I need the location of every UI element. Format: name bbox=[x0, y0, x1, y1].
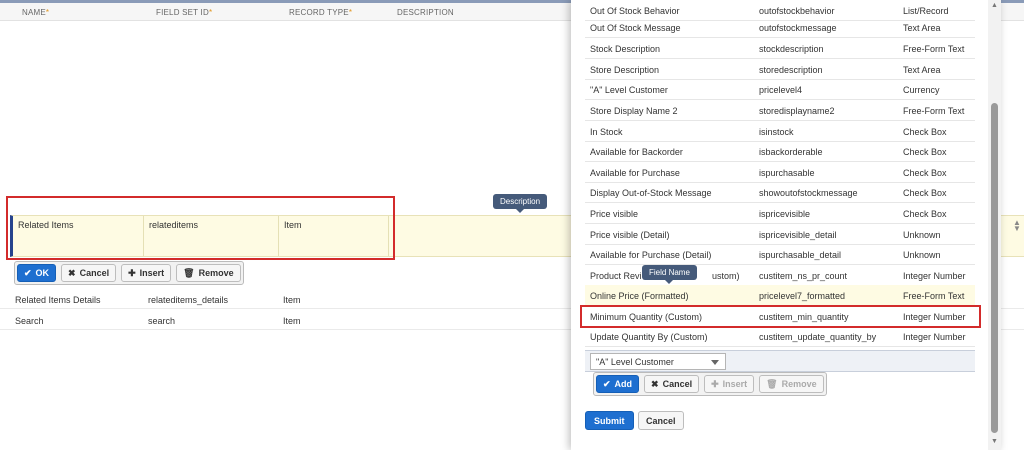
field-row[interactable]: Price visible (Detail) ispricevisible_det… bbox=[585, 224, 975, 245]
check-icon: ✔ bbox=[603, 378, 611, 389]
cancel-button[interactable]: ✖ Cancel bbox=[61, 264, 117, 282]
trash-icon: 🗑 bbox=[766, 378, 778, 389]
field-row[interactable]: "A" Level Customer pricelevel4 Currency bbox=[585, 79, 975, 100]
row-type: Item bbox=[283, 295, 301, 305]
field-select[interactable]: "A" Level Customer bbox=[590, 353, 726, 370]
col-header-field-set-id[interactable]: FIELD SET ID* bbox=[156, 8, 212, 17]
chevron-down-icon[interactable] bbox=[711, 360, 719, 365]
row-type: Item bbox=[283, 316, 301, 326]
popup-insert-button[interactable]: ✚ Insert bbox=[704, 375, 755, 393]
row-action-bar: ✔ OK ✖ Cancel ✚ Insert 🗑 Remove bbox=[14, 261, 244, 285]
submit-button[interactable]: Submit bbox=[585, 411, 634, 430]
col-header-name[interactable]: NAME* bbox=[22, 8, 49, 17]
x-icon: ✖ bbox=[651, 378, 659, 389]
insert-button[interactable]: ✚ Insert bbox=[121, 264, 172, 282]
field-name-tooltip: Field Name bbox=[642, 265, 697, 284]
add-button[interactable]: ✔ Add bbox=[596, 375, 640, 393]
field-row[interactable]: Available for Purchase ispurchasable Check… bbox=[585, 162, 975, 183]
remove-button[interactable]: 🗑 Remove bbox=[176, 264, 241, 282]
field-row[interactable]: Price visible ispricevisible Check Box bbox=[585, 203, 975, 224]
scroll-down-icon[interactable]: ▼ bbox=[991, 438, 998, 445]
col-header-record-type[interactable]: RECORD TYPE* bbox=[289, 8, 352, 17]
col-header-description[interactable]: DESCRIPTION bbox=[397, 8, 454, 17]
highlight-box-min-quantity bbox=[580, 305, 981, 328]
trash-icon: 🗑 bbox=[183, 267, 195, 278]
popup-cancel-button[interactable]: ✖ Cancel bbox=[644, 375, 700, 393]
ok-button[interactable]: ✔ OK bbox=[17, 264, 57, 282]
field-row[interactable]: Update Quantity By (Custom) custitem_upda… bbox=[585, 326, 975, 347]
plus-icon: ✚ bbox=[711, 378, 719, 389]
field-row[interactable]: Store Display Name 2 storedisplayname2 Fre… bbox=[585, 100, 975, 121]
field-row[interactable]: Store Description storedescription Text Ar… bbox=[585, 59, 975, 80]
field-select-value: "A" Level Customer bbox=[596, 357, 674, 367]
highlight-box-edit-row bbox=[6, 196, 395, 260]
scrollbar-thumb[interactable] bbox=[991, 103, 998, 433]
popup-action-bar: ✔ Add ✖ Cancel ✚ Insert 🗑 Remove bbox=[593, 372, 827, 396]
field-row[interactable]: Display Out-of-Stock Message showoutofsto… bbox=[585, 182, 975, 203]
check-icon: ✔ bbox=[24, 267, 32, 278]
field-row-selected[interactable]: Online Price (Formatted) pricelevel7_form… bbox=[585, 285, 975, 306]
row-id: relateditems_details bbox=[148, 295, 229, 305]
row-name: Related Items Details bbox=[15, 295, 101, 305]
popup-remove-button[interactable]: 🗑 Remove bbox=[759, 375, 824, 393]
field-row[interactable]: Out Of Stock Message outofstockmessage Tex… bbox=[585, 17, 975, 38]
new-field-row[interactable]: "A" Level Customer bbox=[585, 350, 975, 372]
plus-icon: ✚ bbox=[128, 267, 136, 278]
popup-scrollbar[interactable]: ▲ ▼ bbox=[988, 0, 1001, 450]
description-tooltip: Description bbox=[493, 194, 548, 213]
x-icon: ✖ bbox=[68, 267, 76, 278]
field-row[interactable]: Available for Purchase (Detail) ispurchas… bbox=[585, 244, 975, 265]
row-scroll-arrows-icon[interactable]: ▲ ▼ bbox=[1013, 219, 1021, 233]
row-name: Search bbox=[15, 316, 44, 326]
field-row[interactable]: Available for Backorder isbackorderable Ch… bbox=[585, 141, 975, 162]
field-row[interactable]: In Stock isinstock Check Box bbox=[585, 121, 975, 142]
row-id: search bbox=[148, 316, 176, 326]
scroll-up-icon[interactable]: ▲ bbox=[991, 2, 998, 9]
popup-close-cancel-button[interactable]: Cancel bbox=[638, 411, 684, 430]
field-row[interactable]: Stock Description stockdescription Free-Fo… bbox=[585, 38, 975, 59]
